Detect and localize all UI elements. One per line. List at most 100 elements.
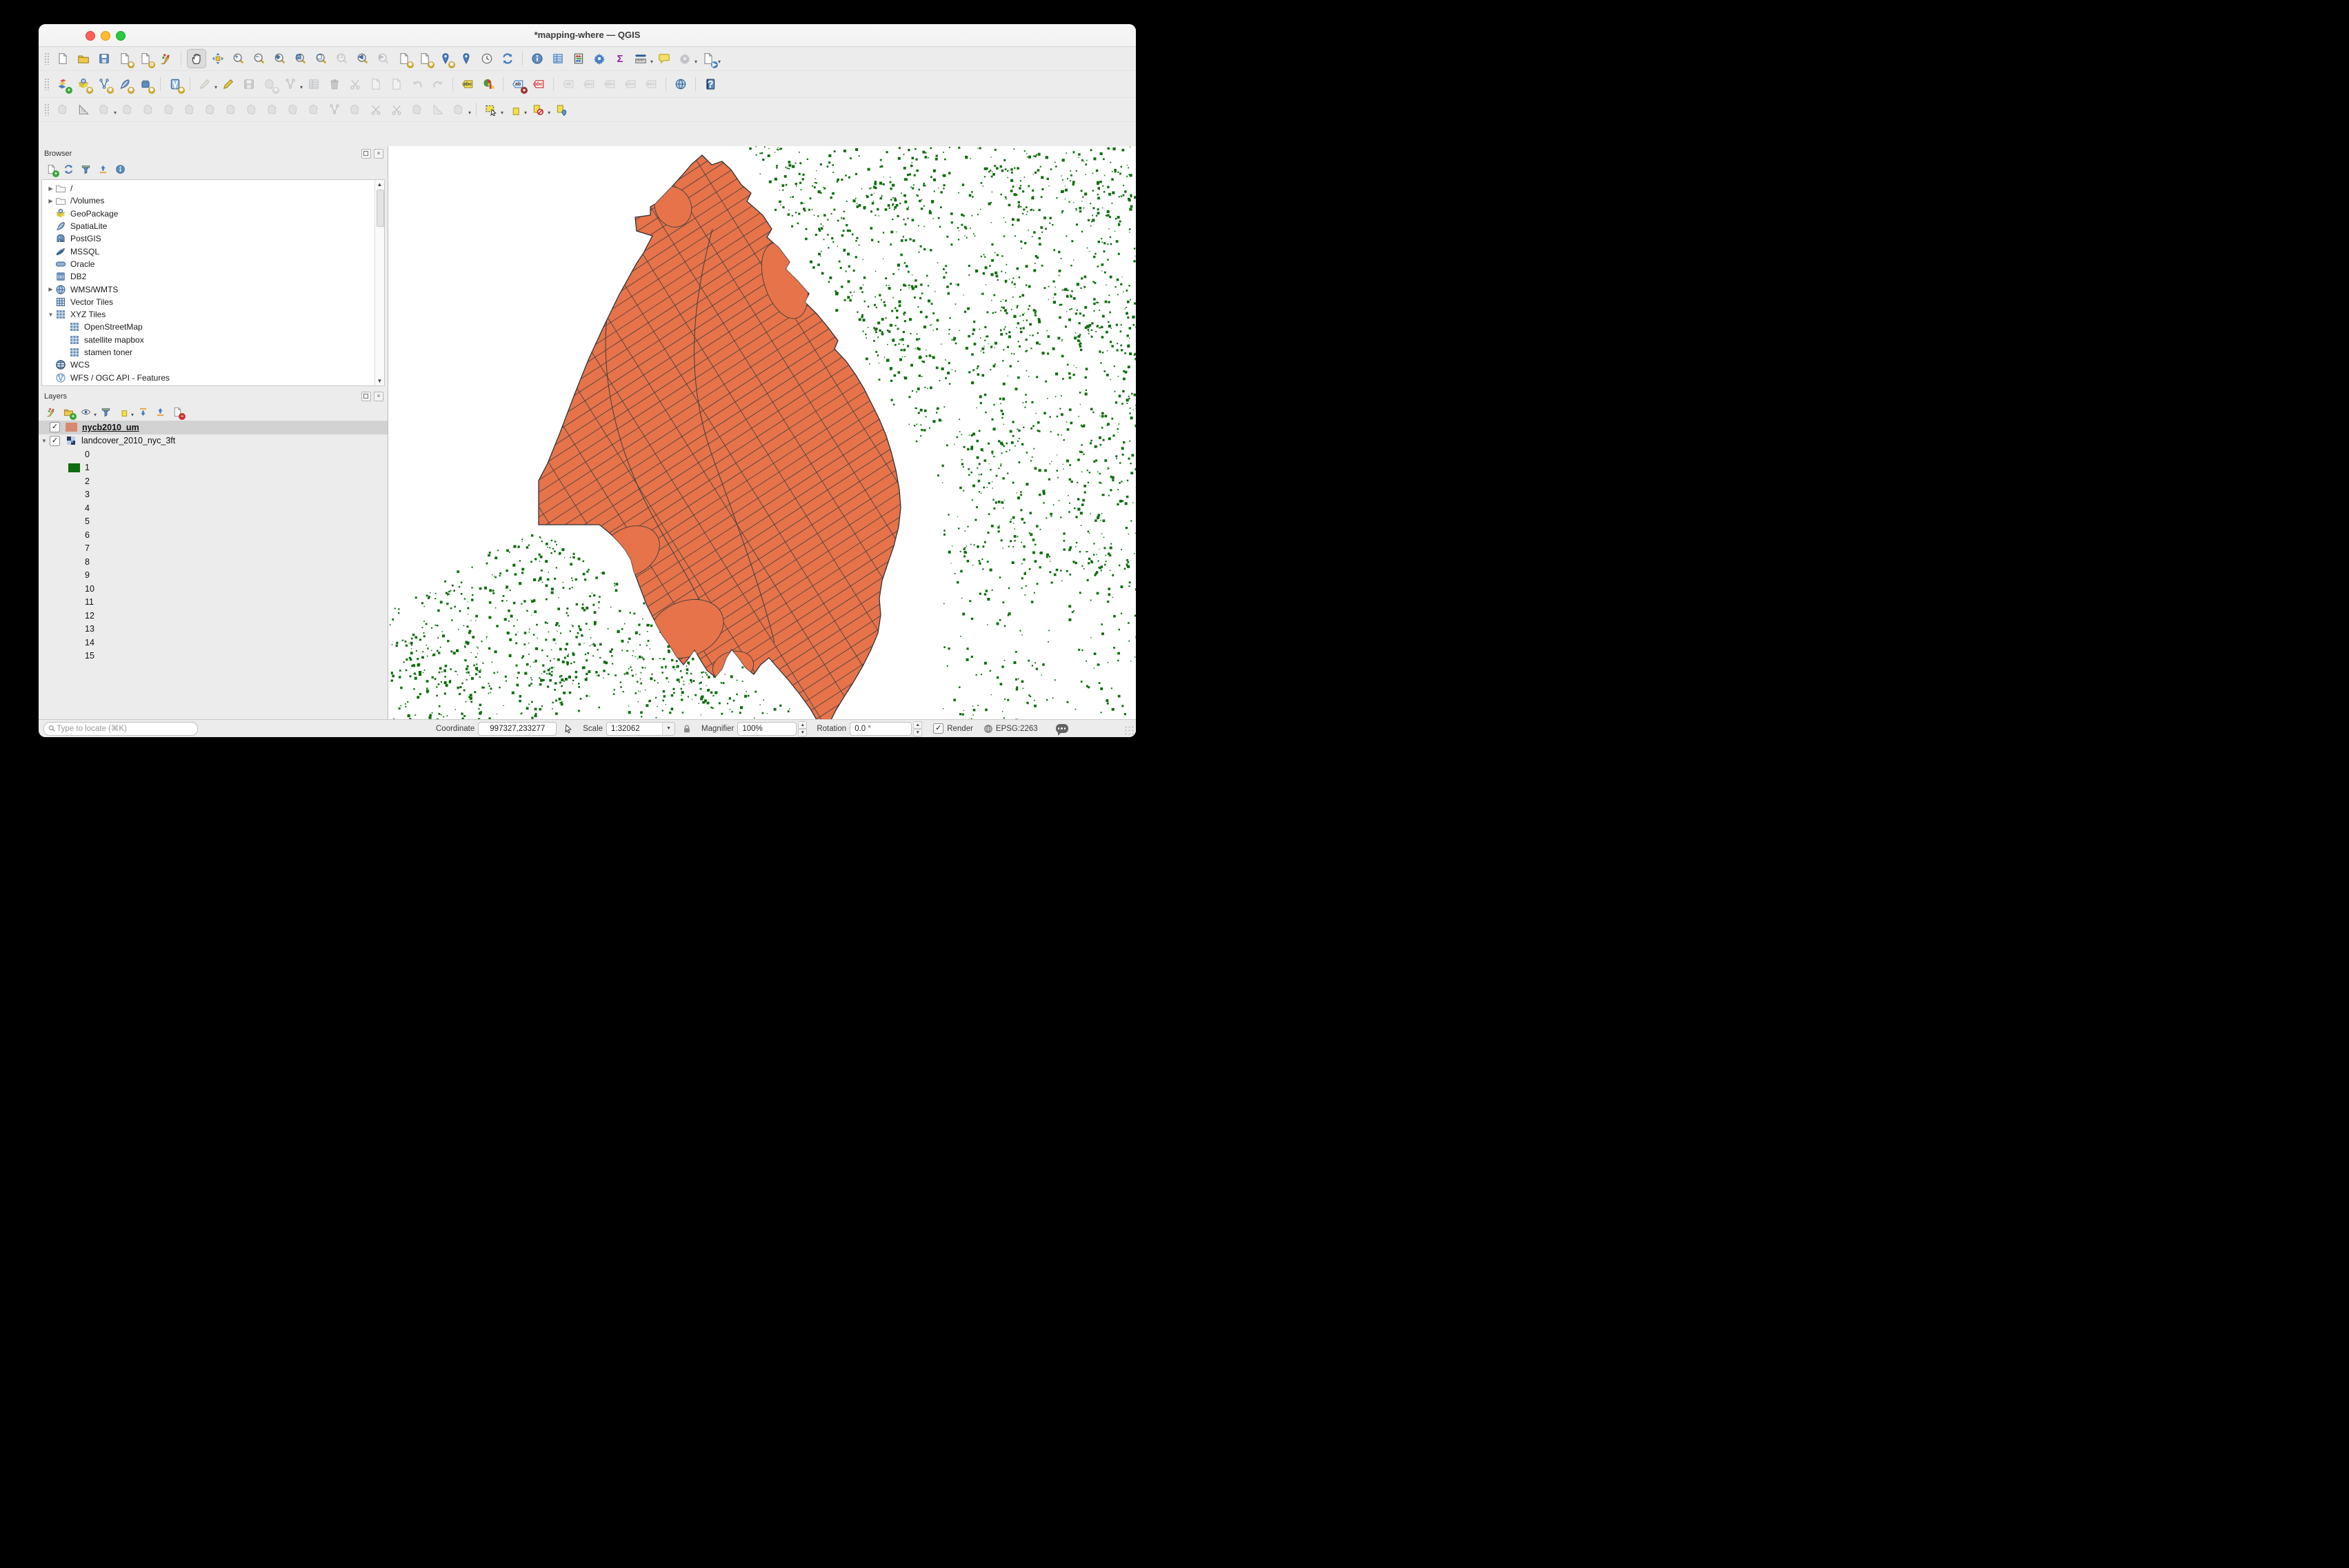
temporal-controller-button[interactable] (478, 50, 496, 68)
render-checkbox[interactable]: ✓ (933, 723, 944, 734)
add-spatialite-layer-button[interactable]: ✱ (116, 75, 134, 94)
browser-close-button[interactable]: × (374, 149, 383, 159)
field-calculator-button[interactable] (570, 50, 588, 68)
layer-labeling-rule-based-button[interactable]: abc (530, 75, 548, 93)
scale-dropdown-button[interactable]: ▼ (662, 722, 675, 735)
collapse-all-button[interactable] (153, 405, 168, 419)
legend-item-0[interactable]: 0 (39, 448, 388, 461)
open-attribute-table-button[interactable] (549, 50, 567, 68)
legend-item-10[interactable]: 10 (39, 582, 388, 596)
browser-scrollbar-thumb[interactable] (376, 190, 384, 227)
browser-float-button[interactable] (361, 149, 371, 159)
filter-by-expression-button[interactable] (116, 405, 130, 419)
magnifier-field[interactable]: 100% (737, 721, 797, 736)
zoom-to-layer-button[interactable]: ▤ (292, 50, 310, 68)
legend-item-5[interactable]: 5 (39, 515, 388, 529)
show-layout-manager-button[interactable]: ⚙ (137, 50, 155, 68)
processing-toolbox-button[interactable] (590, 50, 608, 68)
collapse-all-button[interactable] (96, 162, 110, 177)
crs-globe-icon[interactable] (983, 724, 993, 734)
identify-features-button[interactable] (528, 50, 546, 68)
show-spatial-bookmarks-button[interactable] (457, 50, 475, 68)
remove-layer-button[interactable]: − (170, 405, 186, 420)
layer-item-nycb2010_um[interactable]: ✓ nycb2010_um (39, 421, 388, 434)
select-by-form-button[interactable] (552, 101, 570, 119)
manage-map-themes-button[interactable] (79, 405, 93, 419)
legend-item-6[interactable]: 6 (39, 528, 388, 542)
coordinate-field[interactable]: 997327,233277 (478, 721, 557, 736)
default-feature-action-dropdown[interactable]: ▾ (718, 59, 721, 65)
trim-extend-feature-dropdown[interactable]: ▾ (468, 110, 471, 116)
legend-item-1[interactable]: 1 (39, 461, 388, 475)
locator-search[interactable] (43, 721, 198, 736)
layer-visibility-checkbox[interactable]: ✓ (50, 422, 60, 433)
toolbar-drag-handle[interactable] (44, 78, 50, 90)
deselect-features-dropdown[interactable]: ▾ (548, 110, 550, 116)
expander-icon[interactable]: ▶ (46, 198, 55, 204)
scale-combobox[interactable]: 1:32062 ▼ (606, 721, 676, 736)
legend-item-4[interactable]: 4 (39, 501, 388, 515)
browser-item-db2[interactable]: DB2 DB2 (42, 270, 384, 283)
map-canvas[interactable] (388, 146, 1136, 720)
rotation-spinner[interactable]: ▲ ▼ (913, 721, 923, 736)
legend-item-2[interactable]: 2 (39, 474, 388, 488)
save-project-button[interactable] (95, 50, 113, 68)
move-feature-dropdown[interactable]: ▾ (114, 110, 117, 116)
magnifier-spinner[interactable]: ▲ ▼ (798, 721, 808, 736)
add-selected-layers-button[interactable]: + (44, 162, 59, 177)
filter-legend-button[interactable] (99, 405, 113, 419)
browser-item-openstreetmap[interactable]: OpenStreetMap (42, 321, 384, 333)
measure-line-button[interactable] (632, 50, 650, 68)
layer-labeling-single-button[interactable]: ab ● (509, 75, 528, 94)
add-group-button[interactable]: + (61, 405, 77, 420)
properties-widget-button[interactable] (113, 162, 128, 177)
zoom-last-button[interactable]: ◀ (354, 50, 372, 68)
browser-item-postgis[interactable]: PostGIS (42, 232, 384, 245)
browser-item-wcs[interactable]: WCS (42, 359, 384, 371)
mouse-position-icon[interactable] (563, 724, 573, 734)
zoom-in-button[interactable]: + (230, 50, 248, 68)
add-delimited-text-layer-button[interactable]: ✱ (95, 75, 114, 94)
expander-icon[interactable]: ▶ (46, 185, 55, 192)
legend-item-12[interactable]: 12 (39, 609, 388, 623)
layer-visibility-checkbox[interactable]: ✓ (50, 435, 60, 446)
browser-item-oracle[interactable]: Oracle (42, 258, 384, 270)
browser-item-mssql[interactable]: MSSQL (42, 245, 384, 257)
zoom-out-button[interactable]: − (250, 50, 268, 68)
help-button[interactable]: ? (701, 75, 719, 93)
expand-all-button[interactable] (136, 405, 150, 419)
expander-icon[interactable]: ▼ (46, 312, 55, 318)
select-features-by-area-dropdown[interactable]: ▾ (501, 110, 503, 116)
legend-item-8[interactable]: 8 (39, 555, 388, 569)
locator-input[interactable] (55, 723, 193, 734)
legend-item-9[interactable]: 9 (39, 569, 388, 583)
browser-item-geopackage[interactable]: GeoPackage (42, 208, 384, 220)
layer-expander-icon[interactable]: ▼ (39, 438, 50, 444)
refresh-map-button[interactable] (499, 50, 517, 68)
refresh-browser-button[interactable] (61, 162, 76, 177)
new-print-layout-button[interactable]: ✱ (116, 50, 134, 68)
add-virtual-layer-button[interactable]: ✱ (166, 75, 185, 94)
browser-item-wms-wmts[interactable]: ▶ WMS/WMTS (42, 283, 384, 295)
messages-icon[interactable] (1055, 724, 1068, 736)
layers-close-button[interactable]: × (374, 392, 383, 401)
rotation-field[interactable]: 0.0 ° (850, 721, 912, 736)
new-map-view-button[interactable]: ✱ (395, 50, 414, 68)
legend-item-15[interactable]: 15 (39, 650, 388, 663)
toolbar-drag-handle[interactable] (44, 103, 50, 116)
browser-item-satellite-mapbox[interactable]: satellite mapbox (42, 334, 384, 346)
pan-to-selection-button[interactable] (209, 50, 227, 68)
new-3d-map-view-button[interactable]: ✱ (416, 50, 434, 68)
resize-grip[interactable] (1124, 725, 1134, 735)
run-feature-action-dropdown[interactable]: ▾ (694, 59, 697, 65)
legend-item-14[interactable]: 14 (39, 636, 388, 650)
statistical-summary-button[interactable]: Σ (611, 50, 629, 68)
zoom-to-selection-button[interactable]: ▢ (312, 50, 330, 68)
filter-browser-button[interactable] (79, 162, 93, 177)
pan-map-button[interactable] (187, 49, 206, 68)
select-by-expression-dropdown[interactable]: ▾ (524, 110, 527, 116)
browser-item-stamen-toner[interactable]: stamen toner (42, 346, 384, 359)
layers-float-button[interactable] (361, 392, 371, 401)
manage-map-themes-dropdown[interactable]: ▾ (94, 412, 97, 418)
browser-item-vector-tiles[interactable]: Vector Tiles (42, 296, 384, 308)
